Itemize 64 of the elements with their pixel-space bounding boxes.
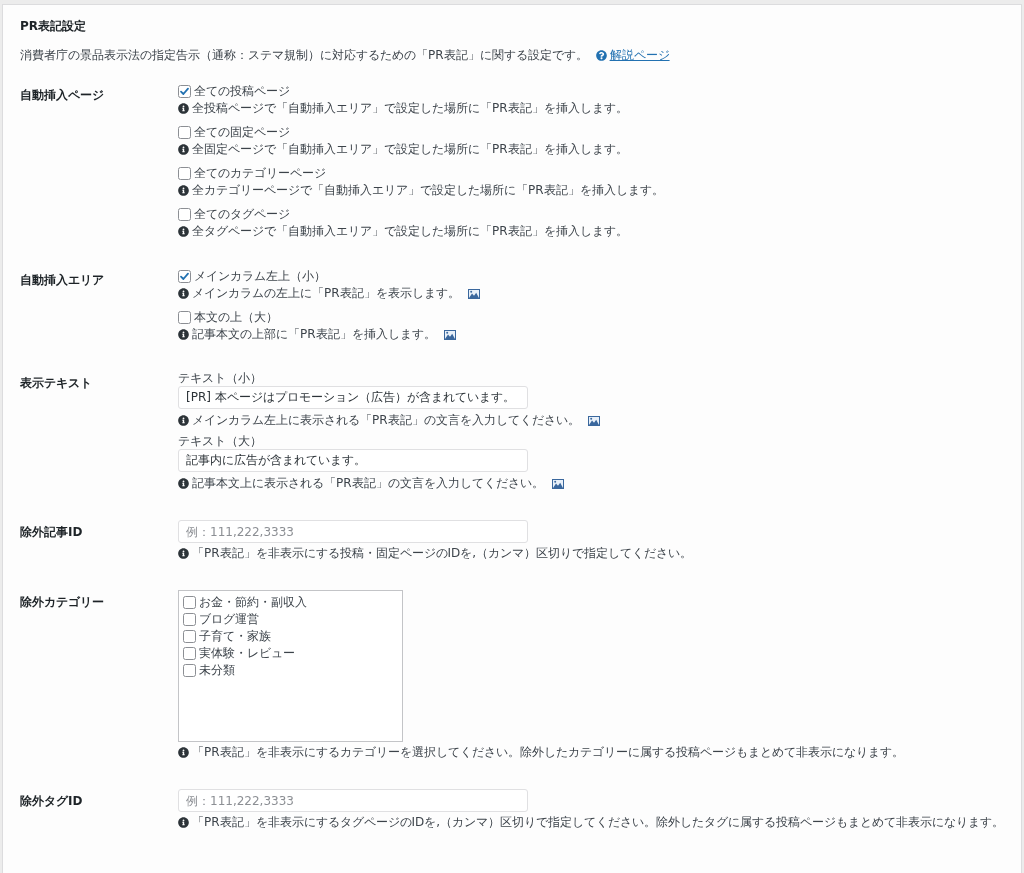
checkbox-label[interactable]: 本文の上（大） bbox=[194, 309, 278, 326]
row-label: 除外カテゴリー bbox=[20, 594, 104, 611]
hint-text: メインカラムの左上に「PR表記」を表示します。 bbox=[192, 285, 460, 302]
id-input[interactable]: 例：111,222,3333 bbox=[178, 789, 528, 812]
id-input[interactable]: 例：111,222,3333 bbox=[178, 520, 528, 543]
image-icon[interactable] bbox=[467, 288, 480, 299]
checkbox[interactable] bbox=[178, 270, 191, 283]
info-icon bbox=[178, 288, 189, 299]
checkbox-label[interactable]: 子育て・家族 bbox=[199, 628, 271, 645]
hint-text: 記事本文の上部に「PR表記」を挿入します。 bbox=[192, 326, 436, 343]
row-label: 自動挿入エリア bbox=[20, 272, 104, 289]
checkbox-label[interactable]: ブログ運営 bbox=[199, 611, 259, 628]
checkbox[interactable] bbox=[183, 596, 196, 609]
hint-text: 記事本文上に表示される「PR表記」の文言を入力してください。 bbox=[192, 475, 544, 492]
help-link[interactable]: 解説ページ bbox=[595, 47, 670, 64]
checkbox[interactable] bbox=[178, 311, 191, 324]
checkbox[interactable] bbox=[178, 167, 191, 180]
hint-text: 全タグページで「自動挿入エリア」で設定した場所に「PR表記」を挿入します。 bbox=[192, 223, 628, 240]
help-icon bbox=[595, 50, 607, 61]
hint-text: 「PR表記」を非表示にする投稿・固定ページのIDを,（カンマ）区切りで指定してください。 bbox=[192, 545, 693, 562]
checkbox-label[interactable]: お金・節約・副収入 bbox=[199, 594, 307, 611]
image-icon[interactable] bbox=[443, 329, 456, 340]
row-label: 除外記事ID bbox=[20, 524, 83, 541]
checkbox-label[interactable]: 未分類 bbox=[199, 662, 235, 679]
checkbox[interactable] bbox=[183, 613, 196, 626]
hint-text: 「PR表記」を非表示にするタグページのIDを,（カンマ）区切りで指定してください。除外したタグに属する投稿ページもまとめて非表示になります。 bbox=[192, 814, 1005, 831]
field-caption: テキスト（大） bbox=[178, 434, 262, 449]
checkbox[interactable] bbox=[183, 647, 196, 660]
info-icon bbox=[178, 185, 189, 196]
hint-text: 全投稿ページで「自動挿入エリア」で設定した場所に「PR表記」を挿入します。 bbox=[192, 100, 628, 117]
info-icon bbox=[178, 226, 189, 237]
checkbox-label[interactable]: メインカラム左上（小） bbox=[194, 268, 326, 285]
row-label: 自動挿入ページ bbox=[20, 87, 104, 104]
checkbox-label[interactable]: 全てのタグページ bbox=[194, 206, 290, 223]
row-label: 除外タグID bbox=[20, 793, 83, 810]
text-input[interactable]: [PR] 本ページはプロモーション（広告）が含まれています。 bbox=[178, 386, 528, 409]
info-icon bbox=[178, 415, 189, 426]
section-title: PR表記設定 bbox=[20, 18, 87, 35]
checkbox[interactable] bbox=[178, 126, 191, 139]
info-icon bbox=[178, 548, 189, 559]
checkbox-label[interactable]: 全ての固定ページ bbox=[194, 124, 290, 141]
checkbox-label[interactable]: 全てのカテゴリーページ bbox=[194, 165, 326, 182]
text-input[interactable]: 記事内に広告が含まれています。 bbox=[178, 449, 528, 472]
image-icon[interactable] bbox=[587, 415, 600, 426]
checkbox[interactable] bbox=[178, 85, 191, 98]
section-description: 消費者庁の景品表示法の指定告示（通称：ステマ規制）に対応するための「PR表記」に関する設定です。 bbox=[20, 47, 588, 64]
checkbox[interactable] bbox=[183, 664, 196, 677]
image-icon[interactable] bbox=[551, 478, 564, 489]
hint-text: 「PR表記」を非表示にするカテゴリーを選択してください。除外したカテゴリーに属する投稿ページもまとめて非表示になります。 bbox=[192, 744, 904, 761]
field-caption: テキスト（小） bbox=[178, 371, 262, 386]
checkbox-label[interactable]: 全ての投稿ページ bbox=[194, 83, 290, 100]
info-icon bbox=[178, 817, 189, 828]
info-icon bbox=[178, 747, 189, 758]
checkbox[interactable] bbox=[183, 630, 196, 643]
info-icon bbox=[178, 144, 189, 155]
checkbox[interactable] bbox=[178, 208, 191, 221]
hint-text: 全固定ページで「自動挿入エリア」で設定した場所に「PR表記」を挿入します。 bbox=[192, 141, 628, 158]
row-label: 表示テキスト bbox=[20, 375, 92, 392]
hint-text: 全カテゴリーページで「自動挿入エリア」で設定した場所に「PR表記」を挿入します。 bbox=[192, 182, 664, 199]
checkbox-label[interactable]: 実体験・レビュー bbox=[199, 645, 295, 662]
info-icon bbox=[178, 329, 189, 340]
info-icon bbox=[178, 103, 189, 114]
info-icon bbox=[178, 478, 189, 489]
hint-text: メインカラム左上に表示される「PR表記」の文言を入力してください。 bbox=[192, 412, 580, 429]
